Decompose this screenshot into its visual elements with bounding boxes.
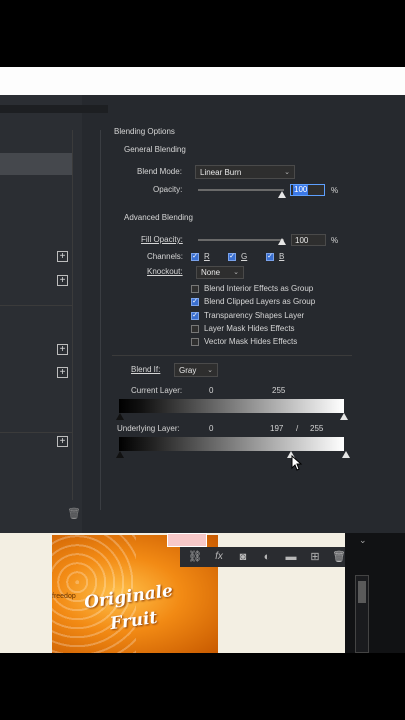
blend-if-dropdown[interactable]: Gray ⌄ [174, 363, 218, 377]
layers-panel: Originale Fruit freedop ⛓ fx ◙ ◐ ▬ ⊞ 🗑 ⌄ [0, 533, 405, 653]
add-style-plus-icon[interactable]: + [57, 251, 68, 262]
current-layer-gradient-bar [119, 399, 344, 413]
knockout-dropdown[interactable]: None ⌄ [196, 266, 244, 279]
delete-style-trash-icon[interactable]: 🗑 [67, 507, 81, 520]
channel-g-checkbox[interactable]: ✓ [228, 253, 236, 261]
layers-scroll-area [345, 533, 405, 653]
top-letterbox [0, 0, 405, 67]
underlying-layer-split-high: 255 [310, 424, 324, 433]
adjustment-icon[interactable]: ◐ [260, 550, 274, 564]
blend-if-label: Blend If: [131, 365, 161, 374]
underlying-layer-label: Underlying Layer: [117, 424, 180, 433]
underlying-layer-black-slider[interactable] [116, 451, 124, 458]
can-small-text: freedop [52, 593, 76, 600]
styles-list-selected-item[interactable] [0, 153, 72, 175]
top-white-strip [0, 67, 405, 95]
styles-list-separator [0, 305, 72, 306]
bottom-letterbox [0, 653, 405, 720]
styles-list-separator [0, 432, 72, 433]
opacity-slider-thumb[interactable] [278, 191, 286, 198]
knockout-label: Knockout: [147, 267, 183, 276]
current-layer-label: Current Layer: [131, 386, 183, 395]
folder-icon[interactable]: ▬ [284, 550, 298, 564]
chevron-down-icon: ⌄ [233, 269, 239, 276]
general-blending-heading: General Blending [124, 145, 186, 154]
mask-icon[interactable]: ◙ [236, 550, 250, 564]
blend-mode-label: Blend Mode: [137, 167, 182, 176]
section-title: Blending Options [114, 127, 175, 136]
blend-clipped-label: Blend Clipped Layers as Group [204, 297, 316, 306]
add-style-plus-icon[interactable]: + [57, 436, 68, 447]
channel-r-checkbox[interactable]: ✓ [191, 253, 199, 261]
new-layer-icon[interactable]: ⊞ [308, 550, 322, 564]
add-style-plus-icon[interactable]: + [57, 367, 68, 378]
blend-if-separator [112, 355, 352, 356]
opacity-label: Opacity: [153, 185, 183, 194]
current-layer-white-slider[interactable] [340, 413, 348, 420]
blend-clipped-checkbox[interactable]: ✓ [191, 298, 199, 306]
channels-label: Channels: [147, 252, 184, 261]
chevron-down-icon: ⌄ [284, 168, 290, 176]
chevron-down-icon[interactable]: ⌄ [359, 535, 367, 546]
chevron-down-icon: ⌄ [207, 366, 213, 374]
vector-mask-hides-label: Vector Mask Hides Effects [204, 337, 298, 346]
layer-style-dialog: + + + + + 🗑 Blending Options General Ble… [0, 95, 405, 533]
layers-scrollbar-thumb[interactable] [358, 581, 366, 603]
opacity-input[interactable]: 100 [290, 184, 325, 196]
layers-toolbar: ⛓ fx ◙ ◐ ▬ ⊞ 🗑 [180, 547, 348, 567]
link-icon[interactable]: ⛓ [188, 550, 202, 564]
layer-mask-hides-checkbox[interactable] [191, 325, 199, 333]
fill-opacity-slider-thumb[interactable] [278, 238, 286, 245]
dialog-title-bar [0, 105, 108, 113]
transparency-shapes-checkbox[interactable]: ✓ [191, 312, 199, 320]
underlying-layer-gradient-bar [119, 437, 344, 451]
styles-list-panel: + + + + + 🗑 [0, 95, 108, 533]
vector-mask-hides-checkbox[interactable] [191, 338, 199, 346]
layer-mask-hides-label: Layer Mask Hides Effects [204, 324, 295, 333]
knockout-value: None [201, 268, 221, 277]
add-style-plus-icon[interactable]: + [57, 275, 68, 286]
advanced-blending-heading: Advanced Blending [124, 213, 193, 222]
blend-interior-checkbox[interactable] [191, 285, 199, 293]
underlying-layer-split-low: 197 [270, 424, 284, 433]
options-divider [100, 130, 101, 510]
blend-if-value: Gray [179, 365, 197, 375]
channel-b-checkbox[interactable]: ✓ [266, 253, 274, 261]
opacity-input-value: 100 [293, 185, 309, 195]
trash-icon[interactable]: 🗑 [332, 550, 346, 564]
fill-opacity-slider-track[interactable] [198, 239, 284, 241]
underlying-layer-low-value: 0 [209, 424, 214, 433]
mouse-cursor-icon [291, 455, 303, 471]
selection-tag [167, 533, 207, 547]
channel-g-label: G [241, 252, 248, 261]
fill-opacity-value: 100 [295, 236, 309, 245]
underlying-layer-white-slider[interactable] [342, 451, 350, 458]
opacity-unit: % [331, 186, 339, 195]
blend-mode-value: Linear Burn [200, 167, 242, 177]
blend-mode-dropdown[interactable]: Linear Burn ⌄ [195, 165, 295, 179]
transparency-shapes-label: Transparency Shapes Layer [204, 311, 305, 320]
opacity-slider-track[interactable] [198, 189, 284, 191]
underlying-layer-slash: / [296, 424, 299, 433]
current-layer-black-slider[interactable] [116, 413, 124, 420]
current-layer-low-value: 0 [209, 386, 214, 395]
styles-list-divider [72, 130, 73, 500]
channel-r-label: R [204, 252, 210, 261]
channel-b-label: B [279, 252, 285, 261]
blend-interior-label: Blend Interior Effects as Group [204, 284, 314, 293]
fill-opacity-input[interactable]: 100 [291, 234, 326, 246]
fill-opacity-label: Fill Opacity: [141, 235, 183, 244]
fill-opacity-unit: % [331, 236, 339, 245]
add-style-plus-icon[interactable]: + [57, 344, 68, 355]
fx-icon[interactable]: fx [212, 550, 226, 564]
current-layer-high-value: 255 [272, 386, 286, 395]
